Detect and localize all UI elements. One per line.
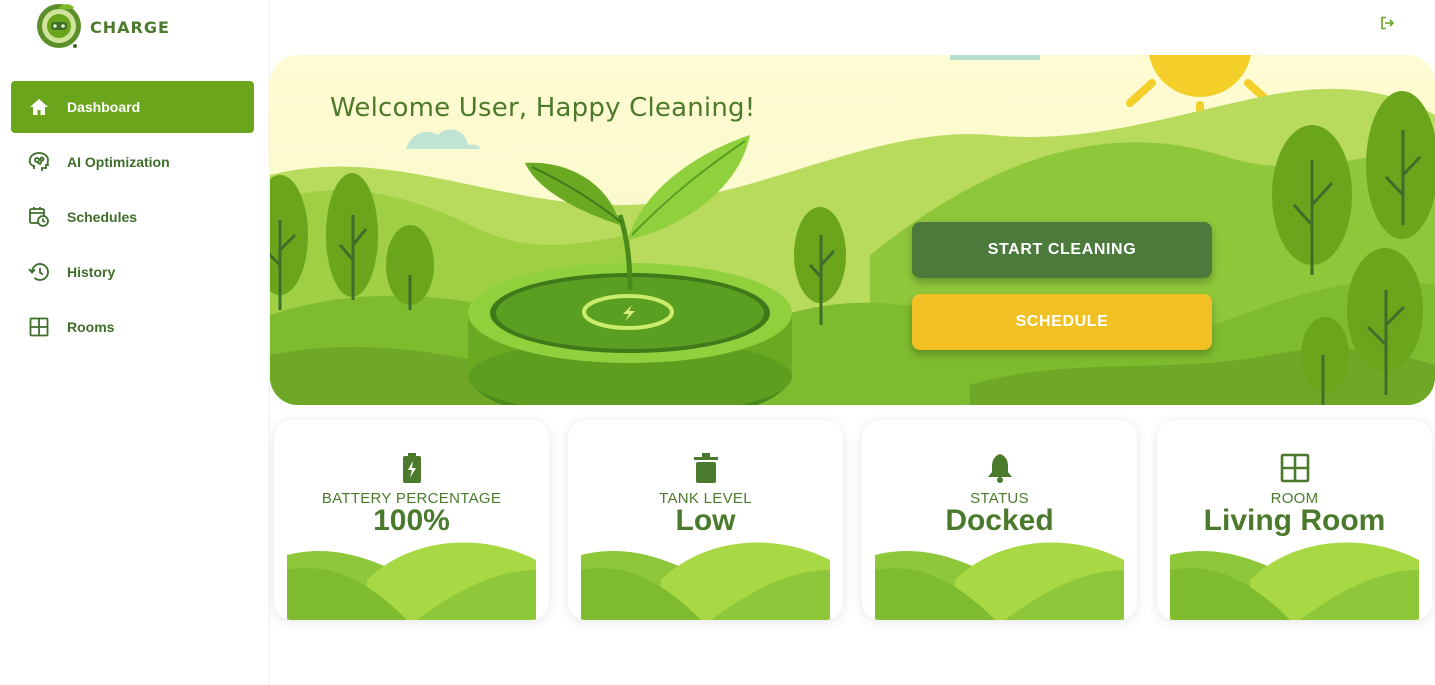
schedule-button[interactable]: SCHEDULE bbox=[912, 294, 1212, 350]
sidebar-item-history[interactable]: History bbox=[11, 246, 254, 298]
hero-banner: Welcome User, Happy Cleaning! START CLEA… bbox=[270, 55, 1435, 405]
logo-icon bbox=[37, 4, 81, 48]
grid-icon bbox=[1157, 453, 1432, 485]
card-value: Low bbox=[675, 504, 736, 537]
sidebar-item-schedules[interactable]: Schedules bbox=[11, 191, 254, 243]
card-hills bbox=[581, 542, 830, 620]
card-hills bbox=[1170, 542, 1419, 620]
logo[interactable]: CHARGE bbox=[34, 2, 170, 50]
sidebar-item-dashboard[interactable]: Dashboard bbox=[11, 81, 254, 133]
home-icon bbox=[27, 95, 51, 119]
sidebar-item-label: AI Optimization bbox=[67, 154, 170, 170]
start-cleaning-button[interactable]: START CLEANING bbox=[912, 222, 1212, 278]
room-card: ROOM Living Room bbox=[1157, 420, 1432, 620]
trash-icon bbox=[568, 453, 843, 485]
sidebar-item-label: Dashboard bbox=[67, 99, 141, 115]
bell-icon bbox=[862, 453, 1137, 485]
grid-icon bbox=[27, 315, 51, 339]
card-value: 100% bbox=[373, 504, 450, 537]
sidebar: CHARGE Dashboard AI Optimization Schedul… bbox=[0, 0, 270, 685]
sidebar-item-label: Schedules bbox=[67, 209, 138, 225]
welcome-heading: Welcome User, Happy Cleaning! bbox=[330, 93, 756, 123]
card-hills bbox=[287, 542, 536, 620]
sidebar-item-label: History bbox=[67, 264, 116, 280]
status-card: STATUS Docked bbox=[862, 420, 1137, 620]
card-value: Docked bbox=[945, 504, 1054, 537]
card-value: Living Room bbox=[1203, 504, 1386, 537]
history-icon bbox=[27, 260, 51, 284]
sidebar-item-ai-optimization[interactable]: AI Optimization bbox=[11, 136, 254, 188]
battery-icon bbox=[274, 453, 549, 485]
tank-card: TANK LEVEL Low bbox=[568, 420, 843, 620]
brand-name: CHARGE bbox=[90, 17, 170, 37]
card-hills bbox=[875, 542, 1124, 620]
sidebar-item-label: Rooms bbox=[67, 319, 115, 335]
sidebar-nav: Dashboard AI Optimization Schedules Hist… bbox=[11, 81, 254, 356]
battery-card: BATTERY PERCENTAGE 100% bbox=[274, 420, 549, 620]
logout-icon[interactable] bbox=[1380, 16, 1398, 34]
sidebar-item-rooms[interactable]: Rooms bbox=[11, 301, 254, 353]
brain-icon bbox=[27, 150, 51, 174]
calendar-clock-icon bbox=[27, 205, 51, 229]
